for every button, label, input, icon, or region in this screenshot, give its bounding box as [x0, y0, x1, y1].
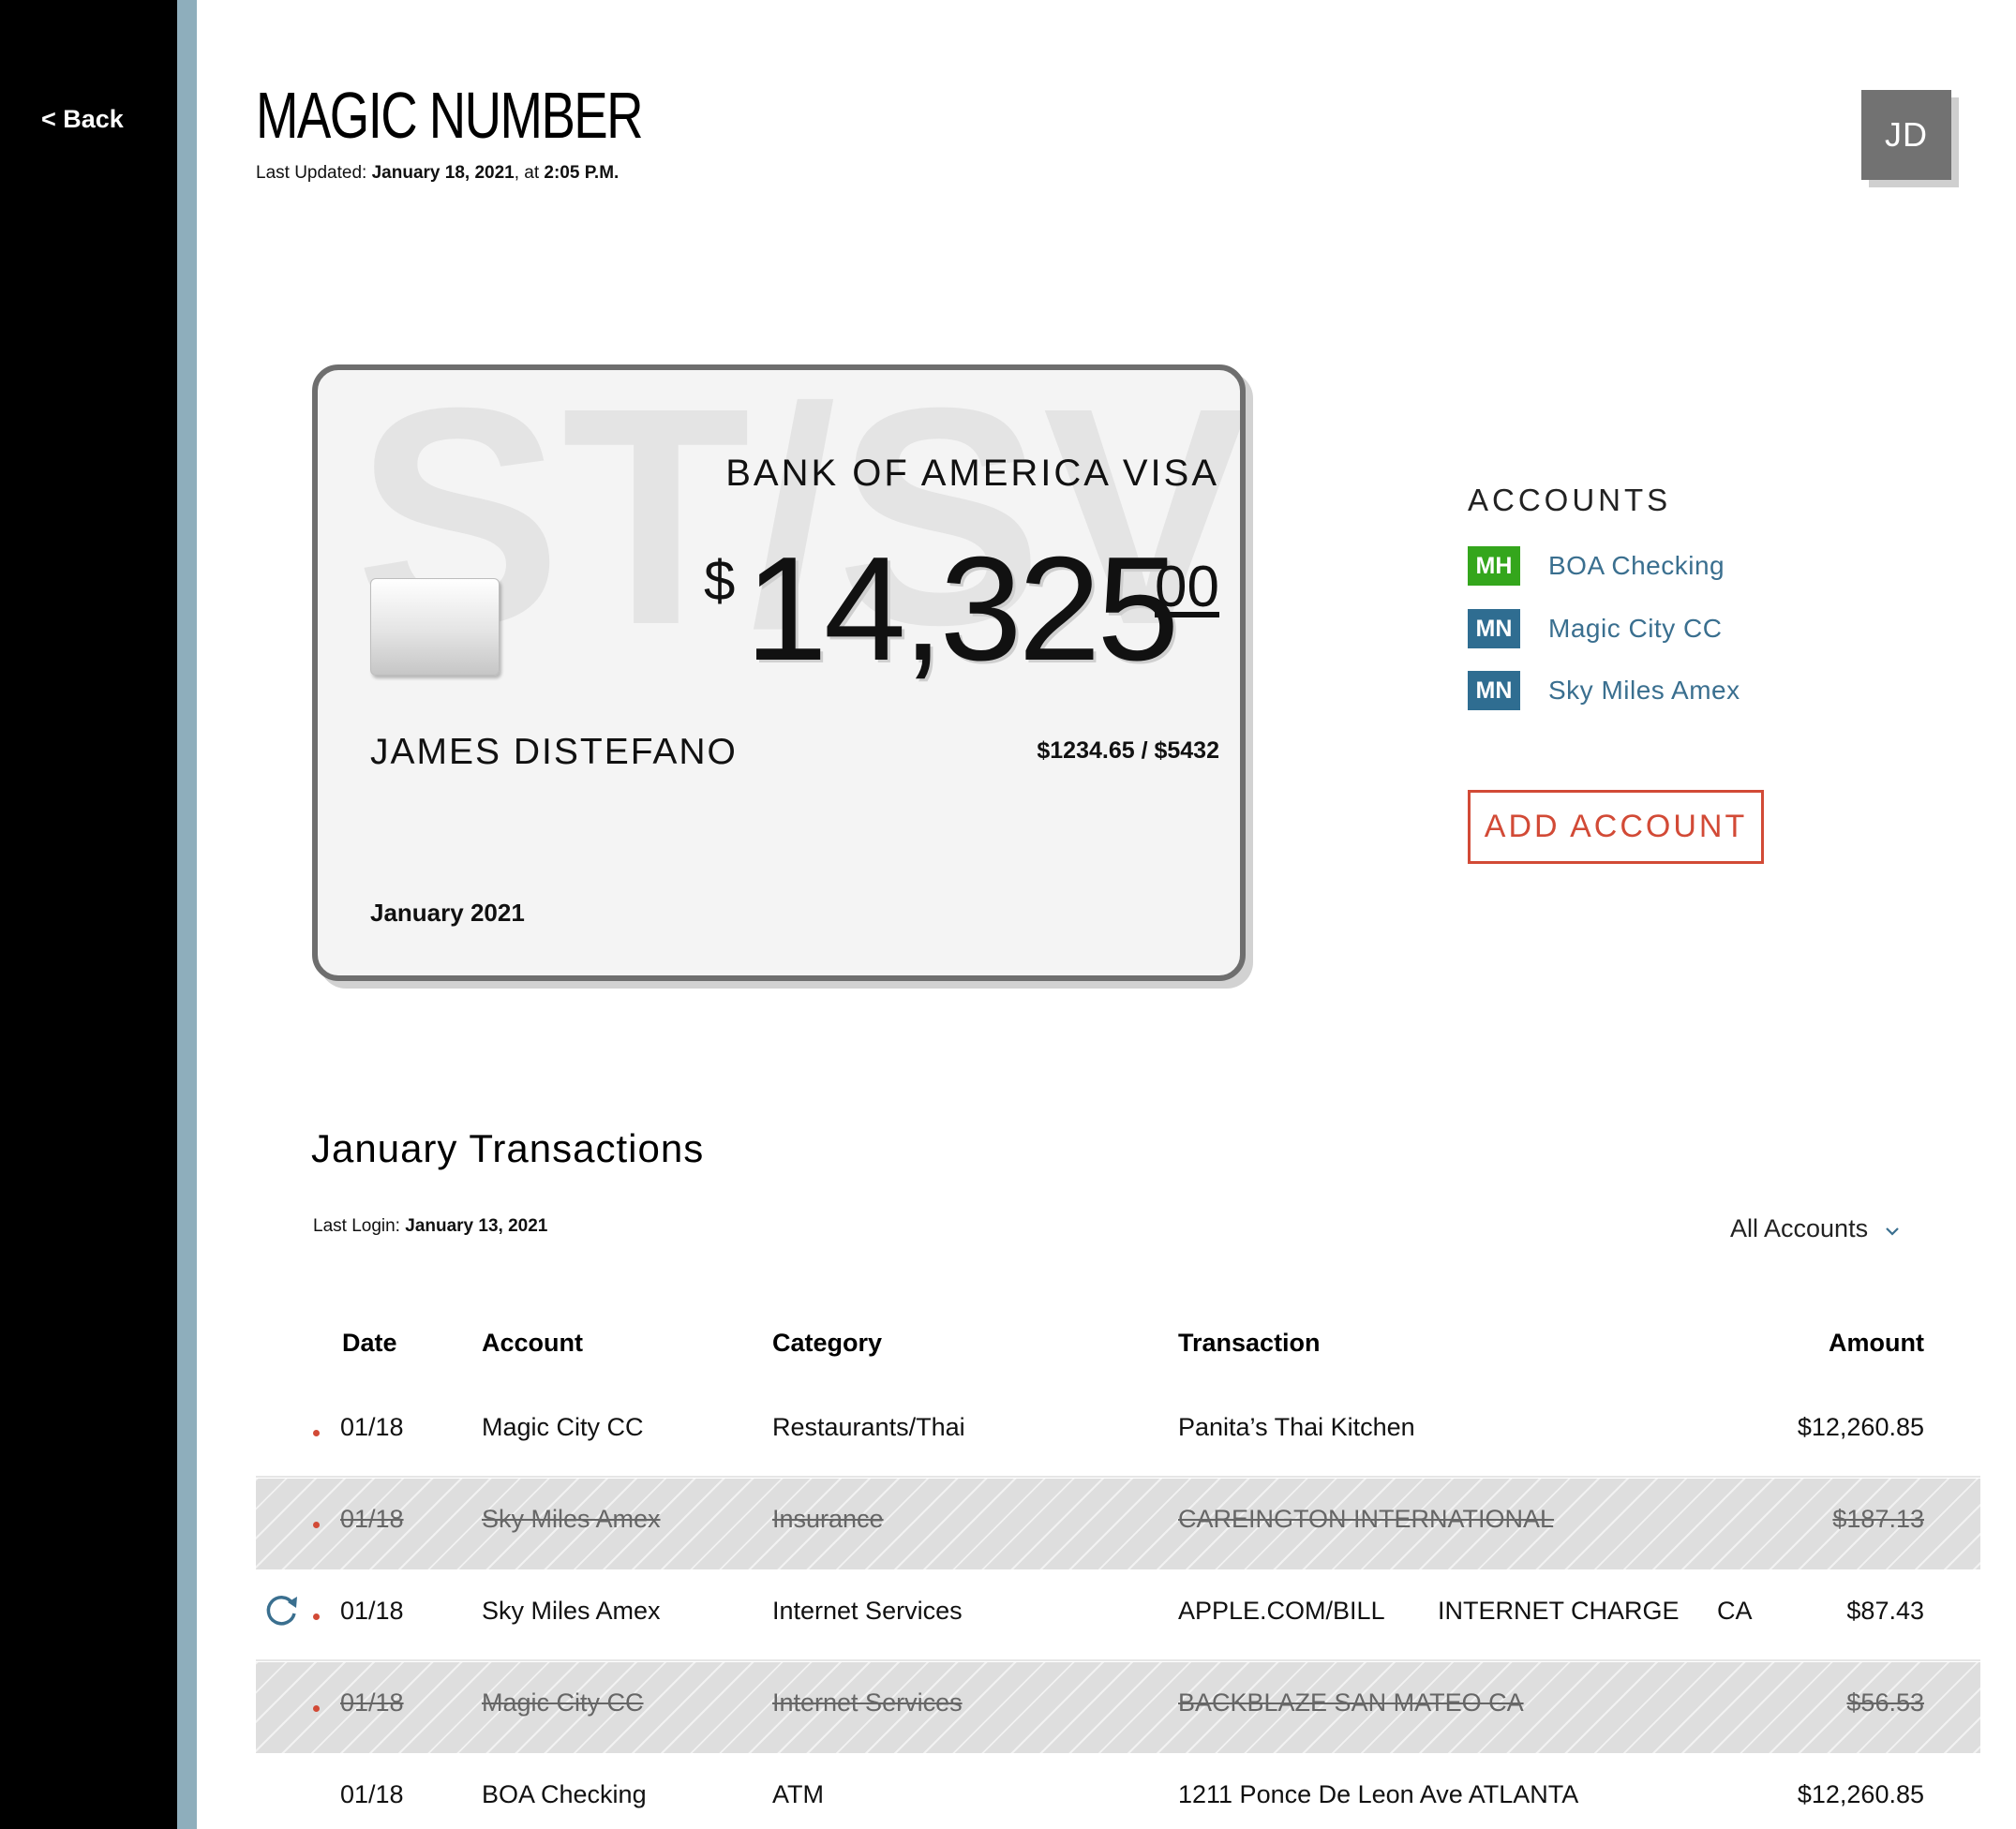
- avatar[interactable]: JD: [1861, 90, 1951, 180]
- cell-amount: $12,260.85: [1797, 1413, 1924, 1441]
- cell-date: 01/18: [340, 1413, 404, 1441]
- cell-category: Insurance: [772, 1505, 884, 1533]
- cell-date: 01/18: [340, 1505, 404, 1533]
- column-header-amount[interactable]: Amount: [1829, 1329, 1924, 1358]
- cell-transaction: 1211 Ponce De Leon Ave ATLANTA: [1178, 1780, 1579, 1808]
- cell-date: 01/18: [340, 1780, 404, 1808]
- balance-card: ST/SVE/LT BANK OF AMERICA VISA $ 14,325 …: [312, 364, 1246, 981]
- add-account-button[interactable]: ADD ACCOUNT: [1468, 790, 1764, 864]
- chevron-down-icon: [1885, 1217, 1900, 1242]
- last-updated-time: 2:05 P.M.: [544, 163, 620, 183]
- cell-date: 01/18: [340, 1597, 404, 1625]
- page-title: MAGIC NUMBER: [256, 79, 644, 152]
- account-filter-label: All Accounts: [1730, 1214, 1869, 1242]
- cell-category: Internet Services: [772, 1597, 963, 1625]
- account-filter-dropdown[interactable]: All Accounts: [1730, 1214, 1900, 1243]
- account-item[interactable]: MH BOA Checking: [1468, 546, 1725, 586]
- table-row[interactable]: 01/18 Magic City CC Internet Services BACKB…: [256, 1662, 1980, 1753]
- cell-account: BOA Checking: [482, 1780, 647, 1808]
- cell-account: Magic City CC: [482, 1413, 644, 1441]
- cell-category: ATM: [772, 1780, 824, 1808]
- last-login-label: Last Login:: [313, 1216, 406, 1236]
- last-updated: Last Updated: January 18, 2021, at 2:05 …: [256, 163, 619, 184]
- status-dot: [313, 1522, 320, 1528]
- card-balance-amount: 14,325: [745, 527, 1179, 691]
- table-row[interactable]: 01/18 Magic City CC Restaurants/Thai Panita…: [256, 1387, 1980, 1478]
- account-name: Sky Miles Amex: [1548, 676, 1740, 705]
- column-header-category[interactable]: Category: [772, 1329, 882, 1358]
- last-login-date: January 13, 2021: [405, 1216, 548, 1236]
- table-row[interactable]: 01/18 Sky Miles Amex Internet Services APPL…: [256, 1570, 1980, 1661]
- cell-transaction-state: CA: [1717, 1597, 1753, 1625]
- account-item[interactable]: MN Magic City CC: [1468, 609, 1722, 648]
- status-dot: [313, 1705, 320, 1712]
- card-period: January 2021: [370, 899, 525, 927]
- last-login: Last Login: January 13, 2021: [313, 1216, 547, 1237]
- sidebar-stripe: [177, 0, 197, 1829]
- recurring-icon[interactable]: [263, 1591, 301, 1628]
- cell-amount: $12,260.85: [1797, 1780, 1924, 1808]
- account-badge: MN: [1468, 609, 1520, 648]
- card-balance-cents: 00: [1155, 555, 1219, 619]
- last-updated-separator: , at: [514, 163, 545, 183]
- cell-category: Restaurants/Thai: [772, 1413, 965, 1441]
- card-holder-name: JAMES DISTEFANO: [370, 732, 738, 772]
- card-chip-icon: [370, 578, 500, 676]
- cell-amount: $56.53: [1846, 1688, 1924, 1717]
- column-header-date[interactable]: Date: [342, 1329, 397, 1358]
- table-row[interactable]: 01/18 Sky Miles Amex Insurance CAREINGTON I…: [256, 1479, 1980, 1569]
- account-name: BOA Checking: [1548, 551, 1725, 580]
- transactions-title: January Transactions: [311, 1126, 705, 1170]
- column-header-transaction[interactable]: Transaction: [1178, 1329, 1321, 1358]
- accounts-heading: ACCOUNTS: [1468, 483, 1672, 517]
- card-bank-name: BANK OF AMERICA VISA: [725, 453, 1219, 494]
- cell-account: Magic City CC: [482, 1688, 644, 1717]
- card-currency-symbol: $: [704, 549, 736, 612]
- account-name: Magic City CC: [1548, 614, 1723, 643]
- cell-account: Sky Miles Amex: [482, 1505, 661, 1533]
- status-dot: [313, 1430, 320, 1436]
- cell-transaction-detail: INTERNET CHARGE: [1438, 1597, 1680, 1625]
- table-row[interactable]: 01/18 BOA Checking ATM 1211 Ponce De Leon A…: [256, 1754, 1980, 1829]
- cell-account: Sky Miles Amex: [482, 1597, 661, 1625]
- last-updated-date: January 18, 2021: [371, 163, 515, 183]
- cell-transaction: CAREINGTON INTERNATIONAL: [1178, 1505, 1555, 1533]
- card-credit-usage: $1234.65 / $5432: [1037, 737, 1219, 764]
- back-button[interactable]: < Back: [41, 105, 124, 134]
- cell-transaction: BACKBLAZE SAN MATEO CA: [1178, 1688, 1524, 1717]
- account-badge: MN: [1468, 671, 1520, 710]
- status-dot: [313, 1613, 320, 1620]
- column-header-account[interactable]: Account: [482, 1329, 583, 1358]
- cell-category: Internet Services: [772, 1688, 963, 1717]
- cell-transaction: APPLE.COM/BILL: [1178, 1597, 1385, 1625]
- cell-transaction: Panita’s Thai Kitchen: [1178, 1413, 1415, 1441]
- sidebar: < Back: [0, 0, 177, 1829]
- last-updated-label: Last Updated:: [256, 163, 372, 183]
- cell-amount: $87.43: [1846, 1597, 1924, 1625]
- cell-date: 01/18: [340, 1688, 404, 1717]
- account-item[interactable]: MN Sky Miles Amex: [1468, 671, 1740, 710]
- account-badge: MH: [1468, 546, 1520, 586]
- cell-amount: $187.13: [1832, 1505, 1924, 1533]
